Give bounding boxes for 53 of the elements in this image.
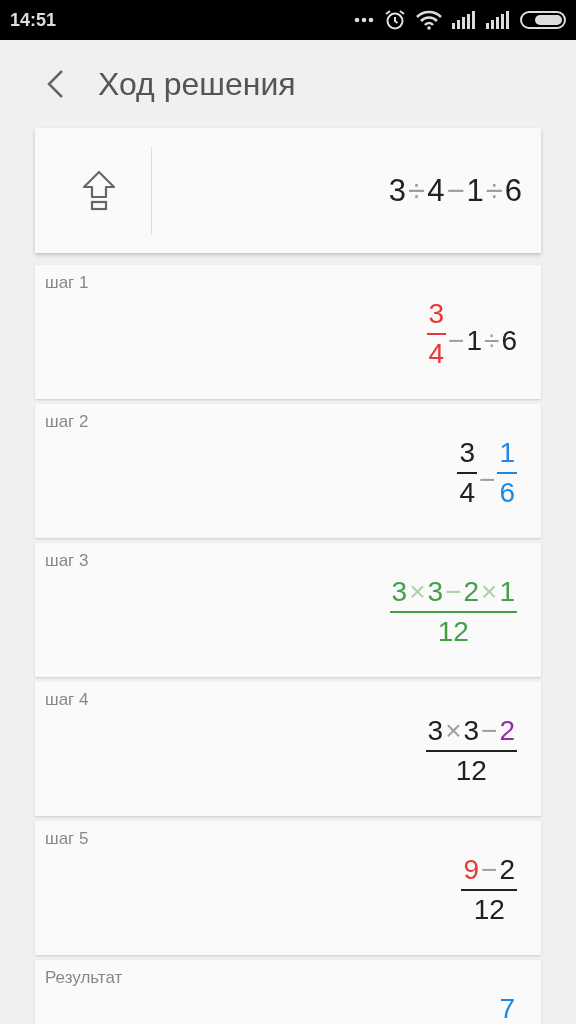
number: 4 <box>428 338 445 371</box>
operator-sign: − <box>448 325 465 357</box>
step-label: шаг 5 <box>44 828 90 849</box>
number: 4 <box>427 172 445 209</box>
operator-sign: − <box>446 172 465 209</box>
number: 1 <box>499 576 515 609</box>
number: 3 <box>391 576 408 609</box>
number: 12 <box>455 755 487 788</box>
number: 12 <box>437 616 469 649</box>
shift-up-icon[interactable] <box>82 169 116 212</box>
number: 3 <box>459 437 476 470</box>
step-label: шаг 4 <box>44 689 90 710</box>
operator-sign: × <box>481 576 498 609</box>
alarm-clock-icon <box>384 9 406 31</box>
operator-sign: − <box>481 715 498 748</box>
wifi-icon <box>416 10 442 30</box>
back-icon[interactable] <box>46 69 64 99</box>
number: 3 <box>463 715 480 748</box>
signal-icon <box>452 11 476 29</box>
operator-sign: − <box>481 854 498 887</box>
number: 2 <box>499 715 515 748</box>
number: 1 <box>466 172 484 209</box>
step-label: шаг 1 <box>44 272 90 293</box>
operator-sign: ÷ <box>484 325 500 357</box>
step-label: шаг 2 <box>44 411 90 432</box>
operator-sign: − <box>479 464 496 496</box>
number: 6 <box>499 477 515 510</box>
operator-sign: − <box>445 576 462 609</box>
number: 9 <box>463 854 480 887</box>
operator-sign: ÷ <box>485 172 503 209</box>
number: 7 <box>499 993 515 1024</box>
number: 3 <box>428 298 445 331</box>
number: 3 <box>427 576 444 609</box>
battery-icon <box>520 11 566 29</box>
number: 1 <box>499 437 515 470</box>
signal-icon <box>486 11 510 29</box>
number: 12 <box>473 894 505 927</box>
number: 4 <box>459 477 476 510</box>
number: 3 <box>388 172 407 209</box>
step-label: шаг 3 <box>44 550 90 571</box>
number: 2 <box>499 854 515 887</box>
operator-sign: × <box>409 576 426 609</box>
operator-sign: ÷ <box>408 172 426 209</box>
operator-sign: × <box>445 715 462 748</box>
screen-title: Ход решения <box>98 65 296 103</box>
number: 3 <box>427 715 444 748</box>
step-label: Результат <box>44 967 124 988</box>
more-dots-icon <box>354 17 374 23</box>
number: 6 <box>501 325 517 357</box>
number: 6 <box>504 172 522 209</box>
number: 1 <box>466 325 483 357</box>
clock-time: 14:51 <box>10 9 57 31</box>
number: 2 <box>463 576 480 609</box>
